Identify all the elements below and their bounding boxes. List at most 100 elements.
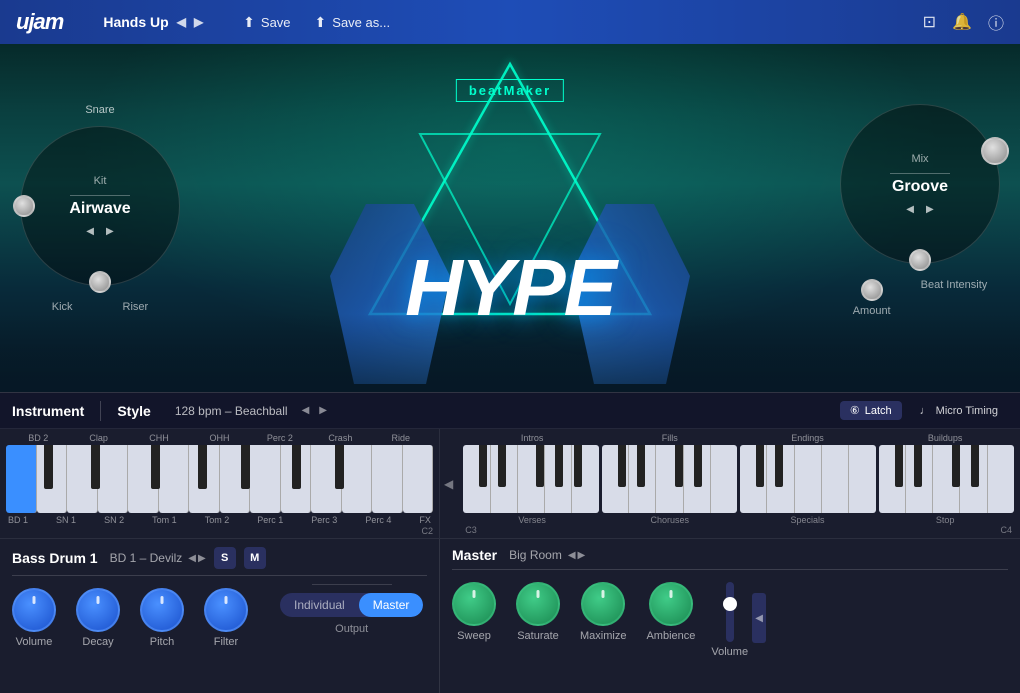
black-key-4[interactable] xyxy=(198,445,207,489)
key-bd1[interactable] xyxy=(6,445,37,513)
drum-label-0: BD 2 xyxy=(8,433,68,443)
keyboards-row: BD 2 Clap CHH OHH Perc 2 Crash Ride xyxy=(0,429,1020,539)
save-as-button[interactable]: ⬆ Save as... xyxy=(315,14,391,31)
mix-section-label: Mix xyxy=(911,153,928,165)
instrument-section-header: Instrument xyxy=(12,403,84,419)
info-icon[interactable]: ⓘ xyxy=(988,10,1004,34)
black-key-1[interactable] xyxy=(44,445,53,489)
bpm-prev[interactable]: ◀ xyxy=(302,405,310,416)
expand-icon[interactable]: ⊡ xyxy=(923,12,936,32)
bpm-next[interactable]: ▶ xyxy=(319,405,327,416)
style-top-labels: Intros Fills Endings Buildups xyxy=(463,433,1014,443)
key-perc1[interactable] xyxy=(159,445,190,513)
volume-slider-section: Volume xyxy=(711,578,748,658)
sweep-label: Sweep xyxy=(457,630,491,642)
bass-drum-next[interactable]: ▶ xyxy=(198,553,206,564)
bottom-label-perc4: Perc 4 xyxy=(365,515,391,525)
individual-button[interactable]: Individual xyxy=(280,593,359,617)
arc-indicator xyxy=(1004,129,1020,240)
filter-knob[interactable] xyxy=(204,588,248,632)
key-fx[interactable] xyxy=(250,445,281,513)
black-key-3[interactable] xyxy=(151,445,160,489)
maximize-knob[interactable] xyxy=(581,582,625,626)
style-label-buildups: Buildups xyxy=(876,433,1014,443)
expand-left[interactable]: ◀ xyxy=(440,429,457,538)
mix-next-button[interactable]: ▶ xyxy=(926,204,934,215)
m-button[interactable]: M xyxy=(244,547,266,569)
saturate-knob[interactable] xyxy=(516,582,560,626)
master-header: Master Big Room ◀ ▶ xyxy=(452,547,1008,563)
master-prev[interactable]: ◀ xyxy=(568,550,576,561)
master-button[interactable]: Master xyxy=(359,593,424,617)
preset-next-button[interactable]: ▶ xyxy=(194,15,203,29)
volume-knob[interactable] xyxy=(12,588,56,632)
latch-icon: ⑥ xyxy=(850,404,860,417)
decay-knob[interactable] xyxy=(76,588,120,632)
bottom-label-fx: FX xyxy=(419,515,431,525)
s-button[interactable]: S xyxy=(214,547,236,569)
kit-bottom-knob[interactable] xyxy=(89,271,111,293)
drum-labels-top: BD 2 Clap CHH OHH Perc 2 Crash Ride xyxy=(6,433,433,443)
beat-intensity-item: Beat Intensity xyxy=(921,279,988,317)
maximize-label: Maximize xyxy=(580,630,626,642)
timing-icon: ♩ xyxy=(920,405,931,417)
save-button[interactable]: ⬆ Save xyxy=(243,14,290,31)
style-keyboard-endings[interactable] xyxy=(740,445,875,513)
bottom-label-bd1: BD 1 xyxy=(8,515,28,525)
key-extra3[interactable] xyxy=(342,445,373,513)
bass-drum-separator xyxy=(12,575,427,576)
bass-drum-prev[interactable]: ◀ xyxy=(188,553,196,564)
style-label-stop: Stop xyxy=(876,515,1014,525)
kit-prev-button[interactable]: ◀ xyxy=(86,226,94,237)
amount-knob[interactable] xyxy=(861,279,883,301)
mix-prev-button[interactable]: ◀ xyxy=(906,204,914,215)
bottom-panel: Instrument Style 128 bpm – Beachball ◀ ▶… xyxy=(0,392,1020,692)
black-key-6[interactable] xyxy=(292,445,301,489)
collapse-icon: ◀ xyxy=(755,613,763,624)
bell-icon[interactable]: 🔔 xyxy=(952,12,972,32)
micro-timing-button[interactable]: ♩ Micro Timing xyxy=(910,402,1008,420)
style-label-verses: Verses xyxy=(463,515,601,525)
master-knobs: Sweep Saturate Maximize Ambience xyxy=(452,578,695,646)
output-label: Output xyxy=(335,623,368,635)
volume-slider[interactable] xyxy=(726,582,734,642)
volume-slider-label: Volume xyxy=(711,646,748,658)
style-keyboard-buildups[interactable] xyxy=(879,445,1014,513)
sweep-knob[interactable] xyxy=(452,582,496,626)
ambience-knob[interactable] xyxy=(649,582,693,626)
master-next[interactable]: ▶ xyxy=(578,550,586,561)
volume-slider-thumb[interactable] xyxy=(723,597,737,611)
volume-knob-item: Volume xyxy=(12,588,56,648)
key-extra4[interactable] xyxy=(372,445,403,513)
collapse-section: ◀ xyxy=(752,578,766,658)
kit-next-button[interactable]: ▶ xyxy=(106,226,114,237)
kit-small-knob[interactable] xyxy=(13,195,35,217)
c2-marker: C2 xyxy=(6,526,433,536)
black-key-7[interactable] xyxy=(335,445,344,489)
kit-controls: Snare Kit Airwave ◀ ▶ Kick Riser xyxy=(20,104,180,313)
preset-nav: Hands Up ◀ ▶ xyxy=(103,14,203,30)
filter-label: Filter xyxy=(214,636,238,648)
bass-drum-title: Bass Drum 1 xyxy=(12,550,98,566)
style-label-specials: Specials xyxy=(739,515,877,525)
black-key-5[interactable] xyxy=(241,445,250,489)
style-bottom-labels: Verses Choruses Specials Stop xyxy=(463,515,1014,525)
key-extra5[interactable] xyxy=(403,445,434,513)
drum-label-2: CHH xyxy=(129,433,189,443)
latch-button[interactable]: ⑥ Latch xyxy=(840,401,902,420)
style-keyboard-fills[interactable] xyxy=(602,445,737,513)
bass-drum-knobs: Volume Decay Pitch Filter xyxy=(12,584,248,652)
drum-label-6: Ride xyxy=(371,433,431,443)
collapse-button[interactable]: ◀ xyxy=(752,593,766,643)
mix-bottom-knob[interactable] xyxy=(909,249,931,271)
style-keyboard-intros[interactable] xyxy=(463,445,598,513)
bottom-label-sn1: SN 1 xyxy=(56,515,76,525)
ambience-knob-item: Ambience xyxy=(646,582,695,642)
black-key-2[interactable] xyxy=(91,445,100,489)
bass-drum-preset: BD 1 – Devilz xyxy=(110,551,183,565)
preset-prev-button[interactable]: ◀ xyxy=(177,15,186,29)
instrument-keyboard[interactable] xyxy=(6,445,433,513)
style-title: Style xyxy=(117,403,150,419)
key-tom1[interactable] xyxy=(98,445,129,513)
pitch-knob[interactable] xyxy=(140,588,184,632)
